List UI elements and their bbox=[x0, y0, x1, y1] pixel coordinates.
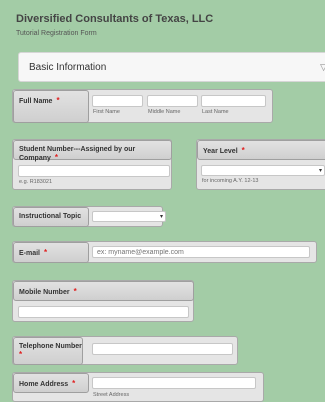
middle-name-input[interactable] bbox=[147, 95, 198, 107]
required-mark: * bbox=[56, 96, 60, 105]
mobile-number-label: Mobile Number * bbox=[13, 281, 194, 301]
required-mark: * bbox=[241, 146, 245, 155]
full-name-label: Full Name * bbox=[13, 90, 89, 123]
chevron-down-icon: ▾ bbox=[318, 168, 322, 174]
telephone-number-label: Telephone Number * bbox=[13, 337, 83, 365]
required-mark: * bbox=[19, 350, 23, 359]
student-number-hint: e.g. R183021 bbox=[19, 179, 53, 185]
year-level-select[interactable]: ▾ bbox=[201, 165, 325, 176]
home-address-field: Home Address * Street Address bbox=[12, 372, 264, 402]
first-name-input[interactable] bbox=[92, 95, 143, 107]
form-subtitle: Tutorial Registration Form bbox=[16, 30, 97, 37]
email-input[interactable] bbox=[92, 246, 310, 258]
telephone-number-input[interactable] bbox=[92, 343, 233, 355]
instructional-topic-label: Instructional Topic bbox=[13, 207, 89, 227]
student-number-field: Student Number---Assigned by our Company… bbox=[12, 139, 172, 190]
home-address-label: Home Address * bbox=[13, 373, 89, 393]
required-mark: * bbox=[54, 153, 59, 162]
mobile-number-input[interactable] bbox=[18, 306, 189, 318]
section-header[interactable]: Basic Information ▽ bbox=[18, 52, 325, 82]
email-field: E-mail * bbox=[12, 241, 317, 263]
street-address-input[interactable] bbox=[92, 377, 256, 389]
form-title: Diversified Consultants of Texas, LLC bbox=[16, 13, 214, 25]
instructional-topic-select[interactable]: ▾ bbox=[92, 211, 166, 222]
middle-name-sublabel: Middle Name bbox=[148, 109, 181, 115]
section-title: Basic Information bbox=[29, 62, 107, 73]
email-label: E-mail * bbox=[13, 242, 89, 263]
year-level-field: Year Level * ▾ for incoming A.Y. 12-13 bbox=[196, 139, 325, 190]
year-level-label: Year Level * bbox=[197, 140, 325, 160]
telephone-number-field: Telephone Number * bbox=[12, 336, 238, 365]
chevron-down-icon: ▾ bbox=[159, 214, 163, 220]
instructional-topic-field: Instructional Topic ▾ bbox=[12, 206, 166, 227]
chevron-icon[interactable]: ▽ bbox=[320, 62, 325, 73]
student-number-label: Student Number---Assigned by our Company… bbox=[13, 140, 172, 162]
street-address-sublabel: Street Address bbox=[93, 392, 130, 398]
required-mark: * bbox=[73, 287, 77, 296]
mobile-number-field: Mobile Number * bbox=[12, 280, 194, 322]
last-name-input[interactable] bbox=[201, 95, 266, 107]
student-number-input[interactable] bbox=[18, 165, 170, 177]
first-name-sublabel: First Name bbox=[93, 109, 120, 115]
full-name-field: Full Name * First Name Middle Name Last N… bbox=[12, 89, 273, 123]
year-level-hint: for incoming A.Y. 12-13 bbox=[202, 178, 259, 184]
required-mark: * bbox=[72, 379, 76, 388]
last-name-sublabel: Last Name bbox=[202, 109, 229, 115]
required-mark: * bbox=[44, 248, 48, 257]
